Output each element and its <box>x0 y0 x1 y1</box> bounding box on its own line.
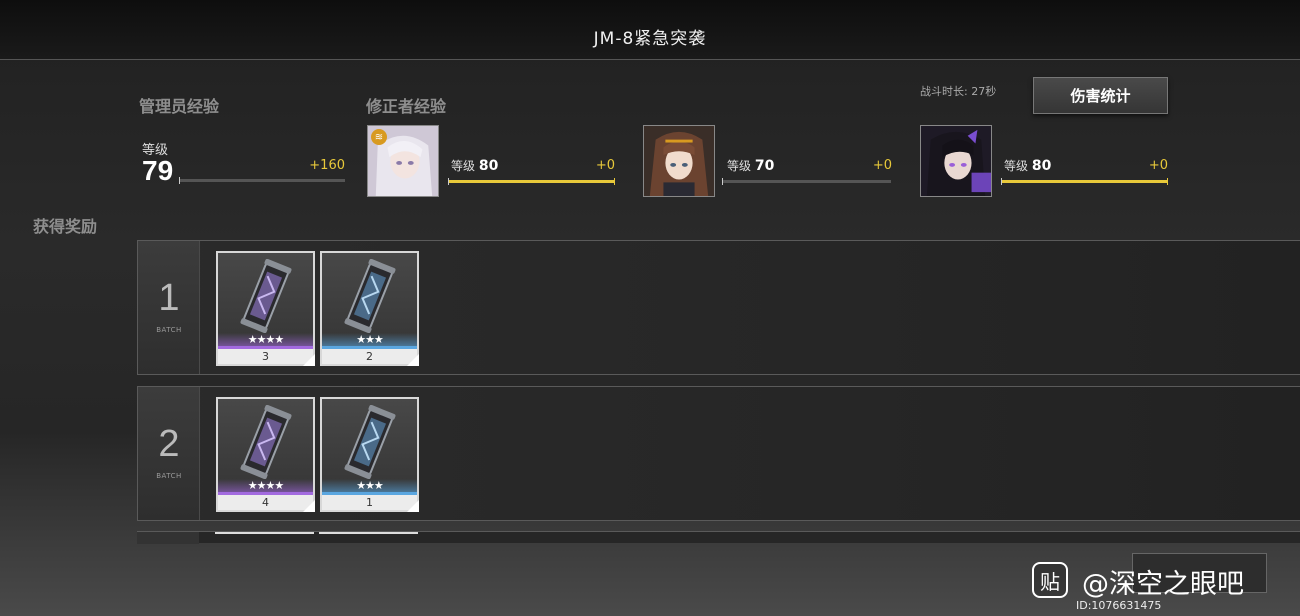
item-count: 4 <box>218 495 313 510</box>
character-1-exp-bar <box>448 178 615 185</box>
capsule-icon <box>344 405 396 479</box>
reward-item[interactable]: ★★★★ 4 <box>216 397 315 512</box>
character-1-exp-gain: +0 <box>595 158 615 173</box>
page-title: JM-8紧急突袭 <box>593 29 707 49</box>
batch-number: 2 <box>158 423 180 465</box>
character-3-exp-gain: +0 <box>1148 158 1168 173</box>
batch-number: 1 <box>158 277 180 319</box>
capsule-icon <box>240 405 292 479</box>
rarity-stars: ★★★★ <box>247 333 284 346</box>
character-3-exp-fill <box>1001 180 1168 183</box>
reward-item[interactable]: ★★★ 1 <box>320 397 419 512</box>
tieba-icon: 贴 <box>1032 562 1068 598</box>
rewards-label: 获得奖励 <box>33 217 98 236</box>
admin-exp-label: 管理员经验 <box>139 97 220 116</box>
corrector-exp-label: 修正者经验 <box>366 97 447 116</box>
character-3-level: 等级 80 <box>1004 158 1052 174</box>
batch-label: BATCH <box>156 472 182 480</box>
batch-number-box: 2 BATCH <box>138 387 200 520</box>
character-portrait-1: ≋ <box>367 125 439 197</box>
corner-notch <box>303 500 315 512</box>
watermark-id: ID:1076631475 <box>1076 599 1162 612</box>
character-portrait-2 <box>643 125 715 197</box>
admin-level-value: 79 <box>142 155 174 186</box>
rarity-stars: ★★★ <box>356 333 384 346</box>
character-2-exp-bar <box>722 178 891 185</box>
rarity-stars: ★★★ <box>356 479 384 492</box>
reward-batch-2: 2 BATCH ★★★★ 4 ★★★ 1 <box>137 386 1300 521</box>
damage-stats-button[interactable]: 伤害统计 <box>1033 77 1168 114</box>
character-1-level-value: 80 <box>478 158 499 174</box>
character-portrait-3 <box>920 125 992 197</box>
character-1-level: 等级 80 <box>451 158 499 174</box>
reward-batch-1: 1 BATCH ★★★★ 3 ★★★ 2 <box>137 240 1300 375</box>
character-2-level-value: 70 <box>754 158 775 174</box>
reward-batch-3-partial <box>137 531 1300 544</box>
character-2-level: 等级 70 <box>727 158 775 174</box>
corner-notch <box>303 354 315 366</box>
reward-item[interactable]: ★★★★ 3 <box>216 251 315 366</box>
admin-exp-bar <box>179 177 345 184</box>
character-3-exp-bar <box>1001 178 1168 185</box>
item-count: 1 <box>322 495 417 510</box>
item-count: 3 <box>218 349 313 364</box>
admin-exp-gain: +160 <box>309 158 345 173</box>
reward-item[interactable]: ★★★ 2 <box>320 251 419 366</box>
watermark-text: @深空之眼吧 <box>1082 569 1244 600</box>
batch-number-box: 1 BATCH <box>138 241 200 374</box>
element-badge-icon: ≋ <box>371 129 387 145</box>
character-portrait-art <box>644 126 714 196</box>
batch-label: BATCH <box>156 326 182 334</box>
corner-notch <box>407 354 419 366</box>
battle-time: 战斗时长: 27秒 <box>920 85 997 98</box>
character-1-exp-fill <box>448 180 615 183</box>
corner-notch <box>407 500 419 512</box>
capsule-icon <box>240 259 292 333</box>
capsule-icon <box>344 259 396 333</box>
character-3-level-value: 80 <box>1031 158 1052 174</box>
character-2-exp-gain: +0 <box>872 158 892 173</box>
rarity-stars: ★★★★ <box>247 479 284 492</box>
item-count: 2 <box>322 349 417 364</box>
character-portrait-art <box>921 126 991 196</box>
